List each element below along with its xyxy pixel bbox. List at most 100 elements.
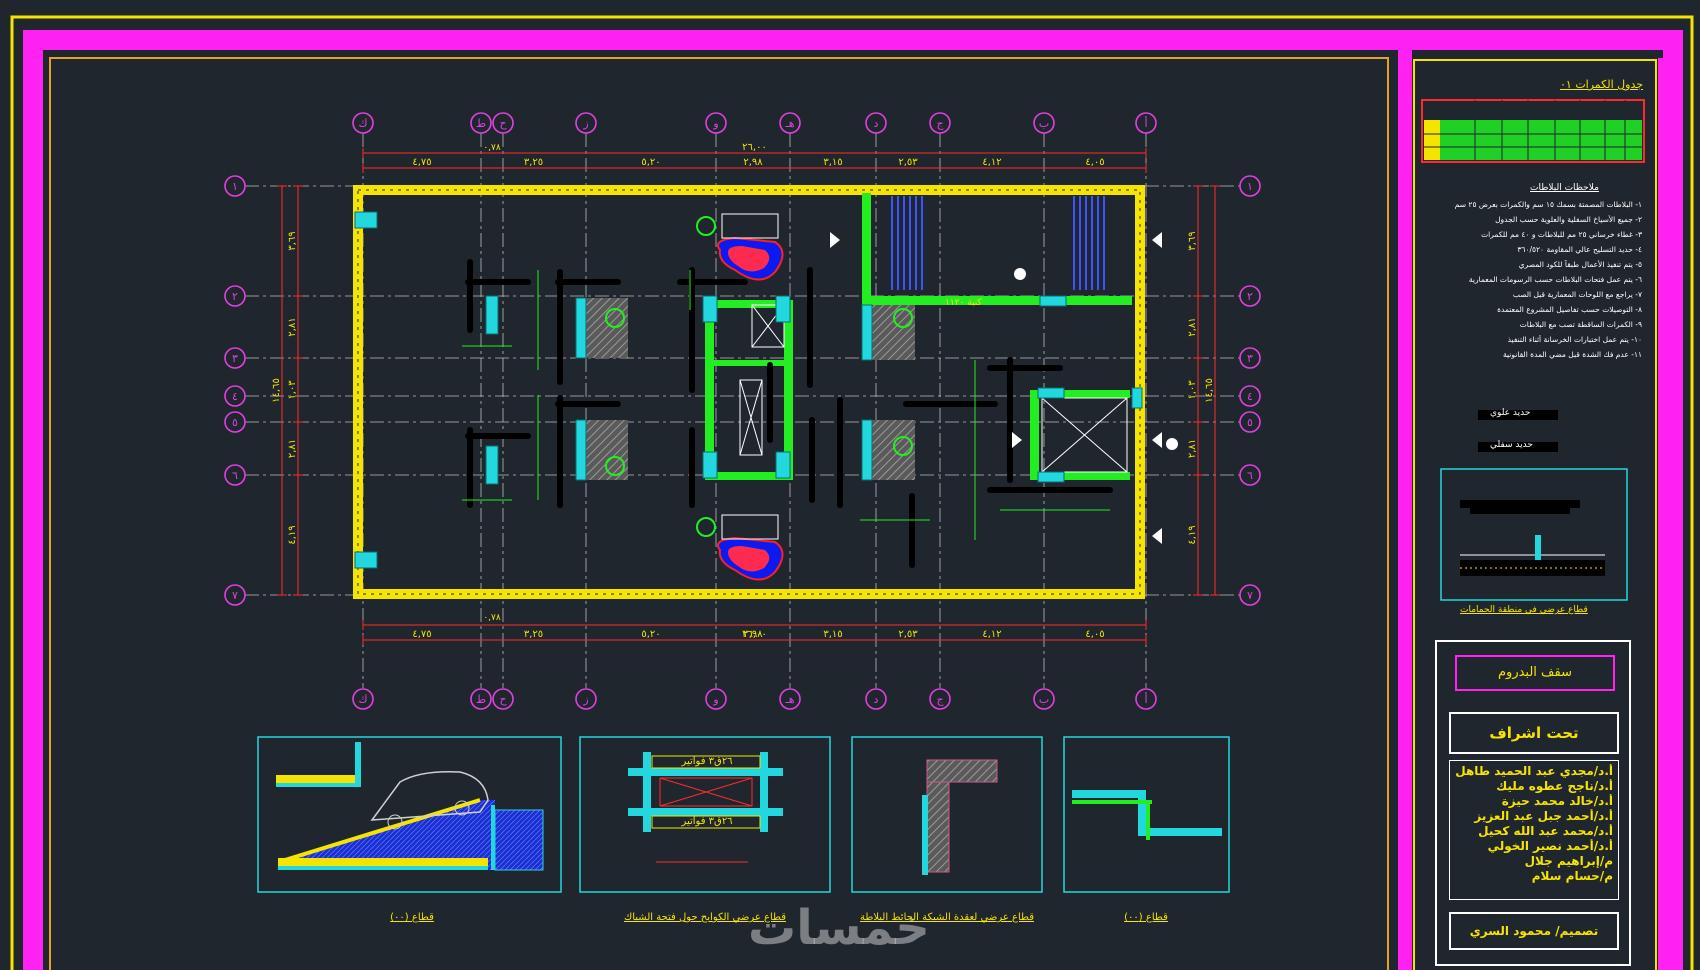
- dim-right-segment-text: ٣,٦٩: [1187, 231, 1198, 250]
- supervisor-name: أ.د/أحمد جبل عبد العزيز: [1474, 809, 1613, 823]
- supervisors-list: أ.د/مجدي عبد الحميد طاهل أ.د/ناجح عطوه مل…: [1455, 764, 1613, 884]
- grid-bubble-top-label: ك: [358, 117, 367, 130]
- notes-title: ملاحظات البلاطات: [1530, 183, 1599, 193]
- dim-bottom-segment: ٢,٥٣: [898, 629, 918, 640]
- grid-bubble-bottom-label: و: [712, 693, 718, 706]
- grid-bubble-bottom-label: ك: [358, 693, 367, 706]
- grid-bubble-left-label: ٧: [232, 589, 238, 602]
- supervisor-name: أ.د/أحمد نصير الخولي: [1487, 839, 1613, 853]
- watermark: خمسات: [748, 900, 930, 956]
- supervisor-name: أ.د/ناجح عطوه مليك: [1496, 779, 1613, 793]
- note-item: ٦- يتم عمل فتحات البلاطات حسب الرسومات ا…: [1468, 275, 1642, 284]
- supervision-heading: تحت اشراف: [1449, 712, 1619, 754]
- dim-bottom-segment: ٢,٩٨: [743, 629, 763, 640]
- supervisor-name: أ.د/مجدي عبد الحميد طاهل: [1455, 764, 1613, 778]
- dim-bottom-segment: ٤,٠٥: [1085, 629, 1104, 640]
- grid-bubble-top-label: هـ: [784, 117, 794, 130]
- section-label-bottom: ٢٦ق٣ فواتير: [681, 816, 733, 827]
- grid-bubble-top-label: و: [712, 117, 718, 130]
- note-item: ٧- يراجع مع اللوحات المعمارية قبل الصب: [1512, 290, 1642, 299]
- grid-bubble-right-label: ٤: [1247, 390, 1253, 403]
- grid-bubble-bottom-label: ح: [499, 693, 507, 706]
- supervisor-name: أ.د/محمد عبد الله كحيل: [1478, 824, 1613, 838]
- note-item: ٤- حديد التسليح عالي المقاومة ٣٦٠/٥٢٠: [1517, 245, 1642, 254]
- right-panel-magenta-edge: [1658, 58, 1666, 970]
- notes-list: ١- البلاطات المصمتة بسمك ١٥ سم والكمرات …: [1420, 200, 1642, 365]
- dim-left-segment-text: ١,٠٣: [287, 380, 298, 400]
- dim-right-segment-text: ٢,٨١: [1187, 317, 1198, 336]
- note-item: ٩- الكمرات الساقطة تصب مع البلاطات: [1519, 320, 1642, 329]
- grid-bubble-bottom-label: ز: [582, 693, 588, 706]
- legend-bottom-rebar: حديد سفلي: [1490, 440, 1533, 450]
- grid-bubble-top-label: ح: [499, 117, 507, 130]
- dim-left-segment-text: ٣,٦٩: [287, 231, 298, 250]
- note-item: ١٠- يتم عمل اختبارات الخرسانة أثناء التن…: [1507, 335, 1642, 344]
- grid-bubble-right-label: ٥: [1247, 416, 1253, 429]
- grid-bubble-bottom-label: هـ: [784, 693, 794, 706]
- section-label-top: ٢٦ق٣ فواتير: [681, 756, 733, 767]
- dim-left-segment-text: ٤,١٩: [287, 525, 298, 544]
- dim-top-segment: ٤,١٢: [982, 157, 1001, 168]
- grid-bubble-top-label: ز: [582, 117, 588, 130]
- dim-left-segment-text: ٢,٨١: [287, 439, 298, 458]
- grid-bubble-right-label: ١: [1247, 180, 1253, 193]
- dim-left-segment-text: ٢,٨١: [287, 317, 298, 336]
- dim-bottom-segment: ٥,٢٠: [641, 629, 660, 640]
- supervisor-name: م/إبراهيم جلال: [1524, 854, 1613, 868]
- note-item: ٣- غطاء خرساني ٢٥ مم للبلاطات و ٤٠ مم لل…: [1481, 230, 1642, 239]
- dim-top-segment: ٢,٥٣: [898, 157, 918, 168]
- dim-right-segment-text: ٤,١٩: [1187, 525, 1198, 544]
- grid-bubble-left-label: ٦: [232, 469, 238, 482]
- supervisor-name: م/حسام سلام: [1531, 869, 1613, 883]
- fixture-label: كنبة ١١٢٠: [945, 298, 982, 308]
- grid-bubble-right-label: ٣: [1247, 352, 1253, 365]
- dim-bottom-segment: ٣,١٥: [823, 629, 842, 640]
- grid-bubble-top-label: ب: [1039, 117, 1049, 130]
- grid-bubble-left-label: ٣: [232, 352, 238, 365]
- dim-right-segment-text: ١,٠٣: [1187, 380, 1198, 400]
- section-caption-4: قطاع (٠٠): [1124, 912, 1168, 923]
- dim-bottom-segment: ٤,١٢: [982, 629, 1001, 640]
- right-panel-divider: [1398, 40, 1412, 970]
- title-block: سقف البدروم تحت اشراف أ.د/مجدي عبد الحمي…: [1435, 640, 1631, 966]
- grid-bubble-bottom-label: ج: [936, 693, 944, 706]
- note-item: ٢- جميع الأسياخ السفلية والعلوية حسب الج…: [1495, 215, 1642, 224]
- bath-detail-caption: قطاع عرضي في منطقة الحمامات: [1460, 605, 1588, 615]
- dim-right-segment-text: ٢,٨١: [1187, 439, 1198, 458]
- grid-bubble-left-label: ٢: [232, 290, 238, 303]
- designer-name: تصميم/ محمود السري: [1449, 912, 1619, 950]
- dim-bottom-segment: ٤,٧٥: [412, 629, 431, 640]
- grid-bubble-right-label: ٧: [1247, 589, 1253, 602]
- dim-small-bottom: ٠,٧٨: [483, 613, 501, 623]
- grid-bubble-top-label: د: [874, 117, 879, 130]
- dim-top-segment: ٤,٧٥: [412, 157, 431, 168]
- grid-bubble-bottom-label: د: [874, 693, 879, 706]
- dim-top-segment: ٣,٢٥: [524, 157, 543, 168]
- grid-bubble-left-label: ٥: [232, 416, 238, 429]
- dim-total-left-text: ١٤,٦٥: [271, 378, 282, 403]
- grid-bubble-left-label: ٤: [232, 390, 238, 403]
- dim-top-segment: ٢,٩٨: [743, 157, 763, 168]
- grid-bubble-bottom-label: أ: [1144, 692, 1147, 706]
- note-item: ١- البلاطات المصمتة بسمك ١٥ سم والكمرات …: [1454, 200, 1642, 209]
- grid-bubble-right-label: ٦: [1247, 469, 1253, 482]
- grid-bubble-top-label: ط: [476, 117, 486, 130]
- dim-total-right-text: ١٤,٦٥: [1204, 378, 1215, 403]
- note-item: ٨- التوصيلات حسب تفاصيل المشروع المعتمدة: [1497, 305, 1642, 314]
- sheet-title: سقف البدروم: [1455, 655, 1615, 691]
- beam-table-title: جدول الكمرات ٠١: [1560, 78, 1644, 91]
- grid-bubble-bottom-label: ط: [476, 693, 486, 706]
- dim-bottom-segment: ٣,٢٥: [524, 629, 543, 640]
- supervisor-name: أ.د/خالد محمد حيزة: [1501, 794, 1613, 808]
- dim-small-top: ٠,٧٨: [483, 143, 501, 153]
- grid-bubble-bottom-label: ب: [1039, 693, 1049, 706]
- grid-bubble-top-label: أ: [1144, 116, 1147, 130]
- dim-top-segment: ٣,١٥: [823, 157, 842, 168]
- note-item: ٥- يتم تنفيذ الأعمال طبقاً للكود المصري: [1518, 260, 1642, 269]
- note-item: ١١- عدم فك الشدة قبل مضي المدة القانونية: [1503, 350, 1642, 359]
- dim-total-top-text: ٢٦,٠٠: [742, 142, 767, 153]
- grid-bubble-top-label: ج: [936, 117, 944, 130]
- section-caption-1: قطاع (٠٠): [390, 912, 434, 923]
- grid-bubble-right-label: ٢: [1247, 290, 1253, 303]
- legend-top-rebar: حديد علوي: [1490, 408, 1531, 418]
